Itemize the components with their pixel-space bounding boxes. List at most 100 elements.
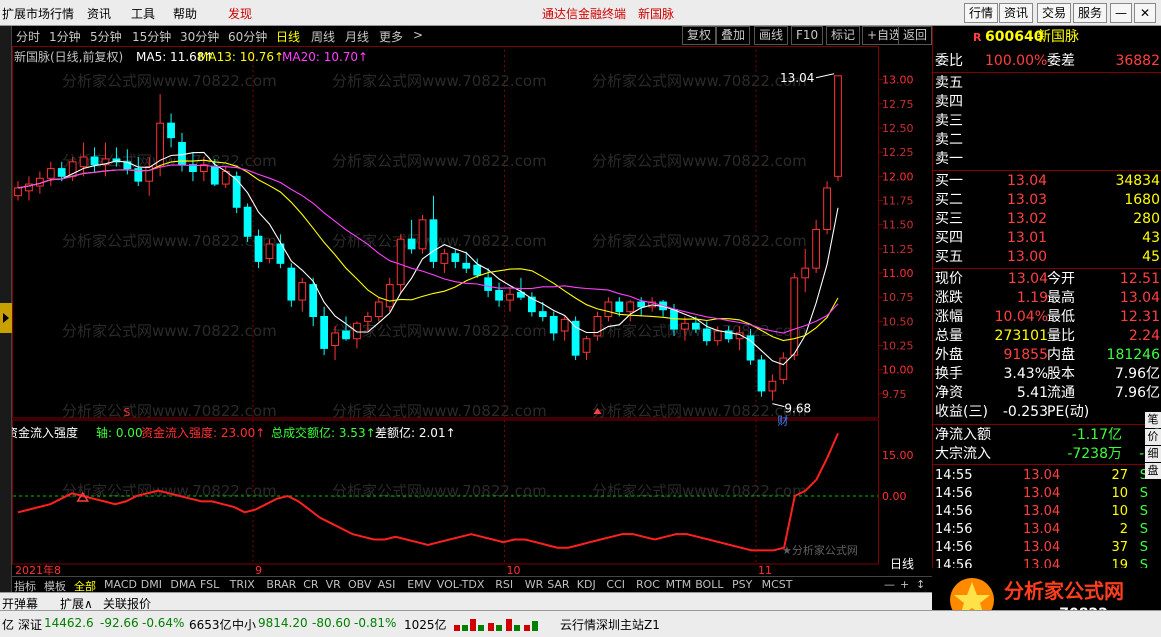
watermark-text: 分析家公式网www.70822.com xyxy=(332,152,547,170)
side-tab[interactable]: 细 xyxy=(1145,446,1161,462)
quote-button[interactable]: 行情 xyxy=(964,3,999,23)
sell-level-row: 卖三 xyxy=(933,112,1161,131)
period-tab-60min[interactable]: 60分钟 xyxy=(228,28,267,45)
indicator-tab-boll[interactable]: BOLL xyxy=(695,578,723,591)
buy-level-row[interactable]: 买五 13.00 45 xyxy=(933,248,1161,267)
server-status[interactable]: 云行情深圳主站Z1 xyxy=(560,616,660,633)
kline-chart-svg[interactable]: 分析家公式网www.70822.com 分析家公式网www.70822.com 分析… xyxy=(6,46,932,577)
stat-value: 12.31 xyxy=(1119,309,1160,325)
period-tab-timeshare[interactable]: 分时 xyxy=(16,28,40,45)
indicator-tab-trix[interactable]: TRIX xyxy=(230,578,255,591)
tick-volume: 37 xyxy=(1111,540,1128,555)
indicator-tab-mcst[interactable]: MCST xyxy=(762,578,793,591)
f10-button[interactable]: F10 xyxy=(791,26,824,45)
s-marker-icon: S xyxy=(123,406,130,419)
indicator-tab-rsi[interactable]: RSI xyxy=(495,578,513,591)
sme-index-label[interactable]: 中小 xyxy=(232,616,256,633)
period-tab-15min[interactable]: 15分钟 xyxy=(132,28,171,45)
expand-arrow-icon[interactable] xyxy=(0,303,12,333)
news-button[interactable]: 资讯 xyxy=(999,3,1034,23)
indicator-tab-dmi[interactable]: DMI xyxy=(141,578,162,591)
buy-level-row[interactable]: 买四 13.01 43 xyxy=(933,229,1161,248)
tick-time: 14:55 xyxy=(935,468,973,483)
menu-news[interactable]: 资讯 xyxy=(87,5,111,22)
side-tab[interactable]: 价 xyxy=(1145,429,1161,445)
weibi-label: 委比 xyxy=(935,53,963,69)
indicator-tab-fsl[interactable]: FSL xyxy=(200,578,219,591)
period-tab-1min[interactable]: 1分钟 xyxy=(49,28,81,45)
back-button[interactable]: 返回 xyxy=(898,26,933,45)
stat-row: 收益(三) -0.253 PE(动) xyxy=(933,403,1161,422)
period-tab-monthly[interactable]: 月线 xyxy=(345,28,369,45)
candle xyxy=(812,219,821,273)
adjust-button[interactable]: 复权 xyxy=(682,26,717,45)
indicator-tab-sar[interactable]: SAR xyxy=(547,578,569,591)
indicator-tab-cci[interactable]: CCI xyxy=(606,578,625,591)
sell-level-row: 卖五 xyxy=(933,74,1161,93)
indicator-tab-obv[interactable]: OBV xyxy=(348,578,371,591)
tick-price: 13.04 xyxy=(1023,522,1061,537)
menu-extended-market[interactable]: 扩展市场行情 xyxy=(2,5,74,22)
indicator-tab-mtm[interactable]: MTM xyxy=(666,578,692,591)
period-tab-daily[interactable]: 日线 xyxy=(276,28,300,45)
y-tick-label: 10.00 xyxy=(882,364,914,377)
zoom-out-button[interactable]: — xyxy=(884,578,895,591)
period-tab-more[interactable]: 更多 xyxy=(379,28,403,45)
candle xyxy=(549,311,558,341)
side-tab[interactable]: 盘 xyxy=(1145,463,1161,479)
close-button[interactable]: ✕ xyxy=(1134,3,1156,23)
chart-stock-title: 新国脉(日线,前复权) xyxy=(14,49,123,64)
draw-line-button[interactable]: 画线 xyxy=(754,26,789,45)
menu-help[interactable]: 帮助 xyxy=(173,5,197,22)
zoom-in-button[interactable]: + xyxy=(900,578,909,591)
mark-button[interactable]: 标记 xyxy=(826,26,861,45)
candle xyxy=(560,316,569,341)
sz-index-label[interactable]: 深证 xyxy=(18,616,42,633)
finance-marker[interactable]: 财 xyxy=(777,414,788,428)
indicator-tabs: 指标 模板 全部 MACD DMI DMA FSL TRIX BRAR CR VR OBV ASI EMV… xyxy=(12,576,932,593)
period-tab-5min[interactable]: 5分钟 xyxy=(90,28,122,45)
buy-level-row[interactable]: 买三 13.02 280 xyxy=(933,210,1161,229)
period-next-icon[interactable]: > xyxy=(413,28,423,42)
y-tick-label: 10.25 xyxy=(882,340,914,353)
period-tab-30min[interactable]: 30分钟 xyxy=(180,28,219,45)
indicator-tab-macd[interactable]: MACD xyxy=(104,578,137,591)
buy-level-price: 13.01 xyxy=(1007,230,1048,246)
watermark-text: 分析家公式网www.70822.com xyxy=(592,482,807,500)
buy-level-volume: 45 xyxy=(1142,249,1160,265)
indicator-tab-dma[interactable]: DMA xyxy=(170,578,196,591)
menu-discover[interactable]: 发现 xyxy=(228,5,252,22)
candle xyxy=(418,215,427,254)
indicator-tab-cr[interactable]: CR xyxy=(303,578,318,591)
menu-tools[interactable]: 工具 xyxy=(131,5,155,22)
indicator-tab-psy[interactable]: PSY xyxy=(732,578,752,591)
side-tab[interactable]: 笔 xyxy=(1145,412,1161,428)
indicator-tab-vol-tdx[interactable]: VOL-TDX xyxy=(437,578,485,591)
service-button[interactable]: 服务 xyxy=(1073,3,1108,23)
kline-chart-area[interactable]: 分析家公式网www.70822.com 分析家公式网www.70822.com 分析… xyxy=(6,46,932,577)
indicator-tab-emv[interactable]: EMV xyxy=(407,578,431,591)
minimize-button[interactable]: — xyxy=(1110,3,1132,23)
candle xyxy=(757,355,766,397)
period-tab-weekly[interactable]: 周线 xyxy=(311,28,335,45)
ma13-label: MA13: 10.76↑ xyxy=(198,50,284,64)
stat-row: 涨幅 10.04% 最低 12.31 xyxy=(933,308,1161,327)
indicator-tab-roc[interactable]: ROC xyxy=(636,578,660,591)
weibi-value: 100.00% xyxy=(985,53,1048,69)
trade-button[interactable]: 交易 xyxy=(1037,3,1072,23)
indicator-tab-kdj[interactable]: KDJ xyxy=(577,578,596,591)
indicator-tab-asi[interactable]: ASI xyxy=(378,578,396,591)
tick-row: 14:56 13.04 2 S xyxy=(933,520,1161,539)
indicator-tab-vr[interactable]: VR xyxy=(326,578,341,591)
buy-level-row[interactable]: 买二 13.03 1680 xyxy=(933,191,1161,210)
buy-level-row[interactable]: 买一 13.04 34834 xyxy=(933,172,1161,191)
stat-label: PE(动) xyxy=(1047,404,1090,420)
overlay-button[interactable]: 叠加 xyxy=(716,26,751,45)
stat-value: 273101 xyxy=(994,328,1048,344)
indicator-tab-brar[interactable]: BRAR xyxy=(266,578,296,591)
tick-row: 14:56 13.04 10 S xyxy=(933,502,1161,521)
tick-direction: S xyxy=(1139,522,1148,537)
low-price-label: 9.68 xyxy=(784,402,811,416)
resize-button[interactable]: ↕ xyxy=(916,578,925,591)
indicator-tab-wr[interactable]: WR xyxy=(525,578,544,591)
